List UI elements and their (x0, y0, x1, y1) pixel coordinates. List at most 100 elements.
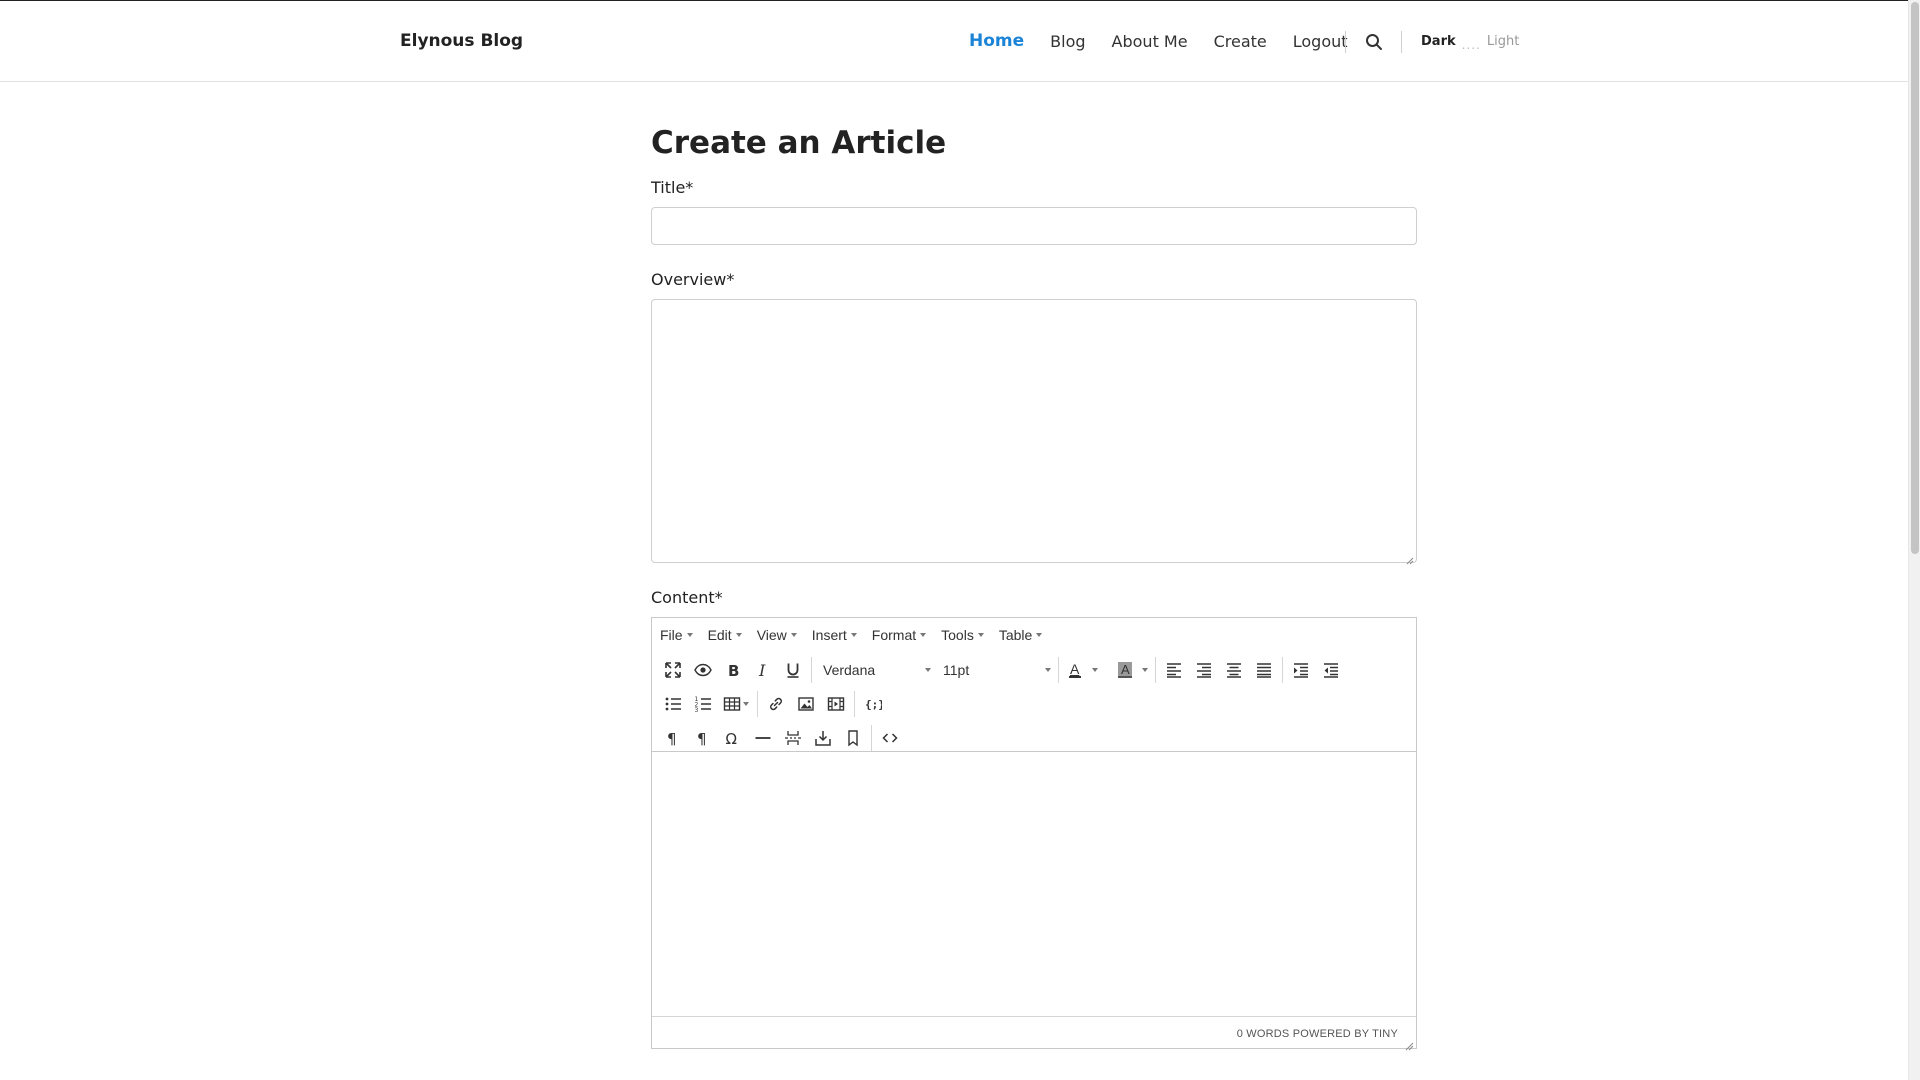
align-right-icon[interactable] (1189, 656, 1219, 684)
toolbar-divider (1155, 656, 1156, 683)
editor-menubar: File Edit View Insert Format Tools Table (652, 618, 1416, 651)
theme-light-option[interactable]: Light (1487, 34, 1519, 49)
svg-text:Ω: Ω (726, 730, 737, 747)
svg-text:¶: ¶ (697, 730, 707, 747)
editor-status-text: 0 WORDS POWERED BY TINY (1237, 1028, 1398, 1040)
chevron-down-icon (1036, 632, 1043, 637)
chevron-down-icon (735, 632, 742, 637)
link-icon[interactable] (761, 690, 791, 718)
menu-view[interactable]: View (757, 627, 797, 643)
preview-icon[interactable] (688, 656, 718, 684)
svg-text:B: B (728, 662, 739, 679)
bullet-list-icon[interactable] (658, 690, 688, 718)
menu-table[interactable]: Table (998, 626, 1043, 643)
chevron-down-icon (1045, 667, 1051, 672)
resize-handle-icon[interactable] (1406, 552, 1414, 565)
chevron-down-icon (977, 632, 984, 637)
menu-view-label: View (756, 626, 787, 643)
scrollbar-thumb[interactable] (1911, 2, 1919, 554)
chevron-down-icon (850, 632, 857, 637)
menu-file[interactable]: File (660, 627, 693, 643)
background-color-button[interactable]: A (1112, 656, 1152, 684)
nav-item-create[interactable]: Create (1214, 32, 1267, 51)
theme-toggle-track: .... (1461, 37, 1481, 52)
menu-table-label: Table (998, 626, 1033, 643)
nav-item-home[interactable]: Home (969, 31, 1024, 51)
menu-insert-label: Insert (811, 626, 847, 643)
ltr-icon[interactable]: ¶ (658, 724, 688, 752)
font-size-select[interactable]: 11pt (935, 656, 1055, 684)
font-size-value: 11pt (943, 661, 970, 678)
menu-format[interactable]: Format (872, 627, 927, 643)
italic-icon[interactable]: I (748, 656, 778, 684)
menu-tools-label: Tools (941, 626, 974, 643)
image-icon[interactable] (791, 690, 821, 718)
overview-label: Overview* (651, 270, 735, 289)
table-icon[interactable] (718, 690, 754, 718)
code-icon[interactable] (875, 724, 905, 752)
menu-insert[interactable]: Insert (812, 627, 857, 643)
chevron-down-icon[interactable] (1092, 667, 1098, 672)
background-color-icon: A (1118, 661, 1132, 678)
nav-item-logout[interactable]: Logout (1293, 32, 1348, 51)
editor-toolbar-row-2: 123 {;} (652, 687, 1416, 720)
editor-content-area[interactable] (652, 752, 1416, 1016)
template-icon[interactable]: {;} (858, 690, 888, 718)
anchor-icon[interactable] (838, 724, 868, 752)
chevron-down-icon (925, 667, 931, 672)
svg-text:I: I (758, 661, 766, 679)
chevron-down-icon (743, 701, 749, 706)
rich-text-editor: File Edit View Insert Format Tools Table… (651, 617, 1417, 1051)
editor-statusbar: 0 WORDS POWERED BY TINY (652, 1016, 1416, 1051)
nav-item-blog[interactable]: Blog (1050, 32, 1085, 51)
align-left-icon[interactable] (1159, 656, 1189, 684)
resize-handle-icon[interactable] (1405, 1038, 1414, 1051)
menu-tools[interactable]: Tools (941, 627, 984, 643)
bold-icon[interactable]: B (718, 656, 748, 684)
toolbar-divider (757, 690, 758, 717)
site-header: Elynous Blog Home Blog About Me Create L… (0, 1, 1908, 82)
indent-icon[interactable] (1286, 656, 1316, 684)
site-brand[interactable]: Elynous Blog (400, 31, 523, 51)
toolbar-divider (1058, 656, 1059, 683)
page-scrollbar[interactable] (1908, 0, 1920, 1080)
chevron-down-icon[interactable] (1142, 667, 1148, 672)
chevron-down-icon (790, 632, 797, 637)
nav-item-about-me[interactable]: About Me (1112, 32, 1188, 51)
rtl-icon[interactable]: ¶ (688, 724, 718, 752)
font-family-value: Verdana (823, 661, 876, 678)
align-justify-icon[interactable] (1249, 656, 1279, 684)
text-color-icon: A (1069, 661, 1081, 678)
text-color-button[interactable]: A (1062, 656, 1102, 684)
nav-divider (1345, 31, 1346, 53)
insert-datetime-icon[interactable] (808, 724, 838, 752)
special-char-icon[interactable]: Ω (718, 724, 748, 752)
powered-by-tiny-link[interactable]: POWERED BY TINY (1293, 1028, 1398, 1040)
search-icon[interactable] (1364, 32, 1384, 52)
svg-text:¶: ¶ (667, 730, 677, 747)
horizontal-rule-icon[interactable] (748, 724, 778, 752)
menu-file-label: File (660, 626, 683, 643)
fullscreen-icon[interactable] (658, 656, 688, 684)
underline-icon[interactable] (778, 656, 808, 684)
media-icon[interactable] (821, 690, 851, 718)
font-family-select[interactable]: Verdana (815, 656, 935, 684)
outdent-icon[interactable] (1316, 656, 1346, 684)
page-break-icon[interactable] (778, 724, 808, 752)
toolbar-divider (1282, 656, 1283, 683)
numbered-list-icon[interactable]: 123 (688, 690, 718, 718)
svg-text:A: A (1121, 662, 1130, 677)
editor-toolbar-row-1: B I Verdana 11pt A A (652, 653, 1416, 686)
title-input[interactable] (651, 207, 1417, 245)
main-nav: Home Blog About Me Create Logout (969, 31, 1374, 51)
svg-text:A: A (1070, 661, 1080, 677)
content-label: Content* (651, 588, 723, 607)
theme-toggle[interactable]: Dark .... Light (1421, 34, 1519, 52)
chevron-down-icon (686, 632, 693, 637)
overview-textarea[interactable] (651, 299, 1417, 565)
word-count[interactable]: 0 WORDS (1237, 1028, 1290, 1040)
theme-dark-option[interactable]: Dark (1421, 34, 1456, 49)
align-center-icon[interactable] (1219, 656, 1249, 684)
svg-text:{;}: {;} (865, 698, 882, 711)
menu-edit[interactable]: Edit (708, 627, 742, 643)
